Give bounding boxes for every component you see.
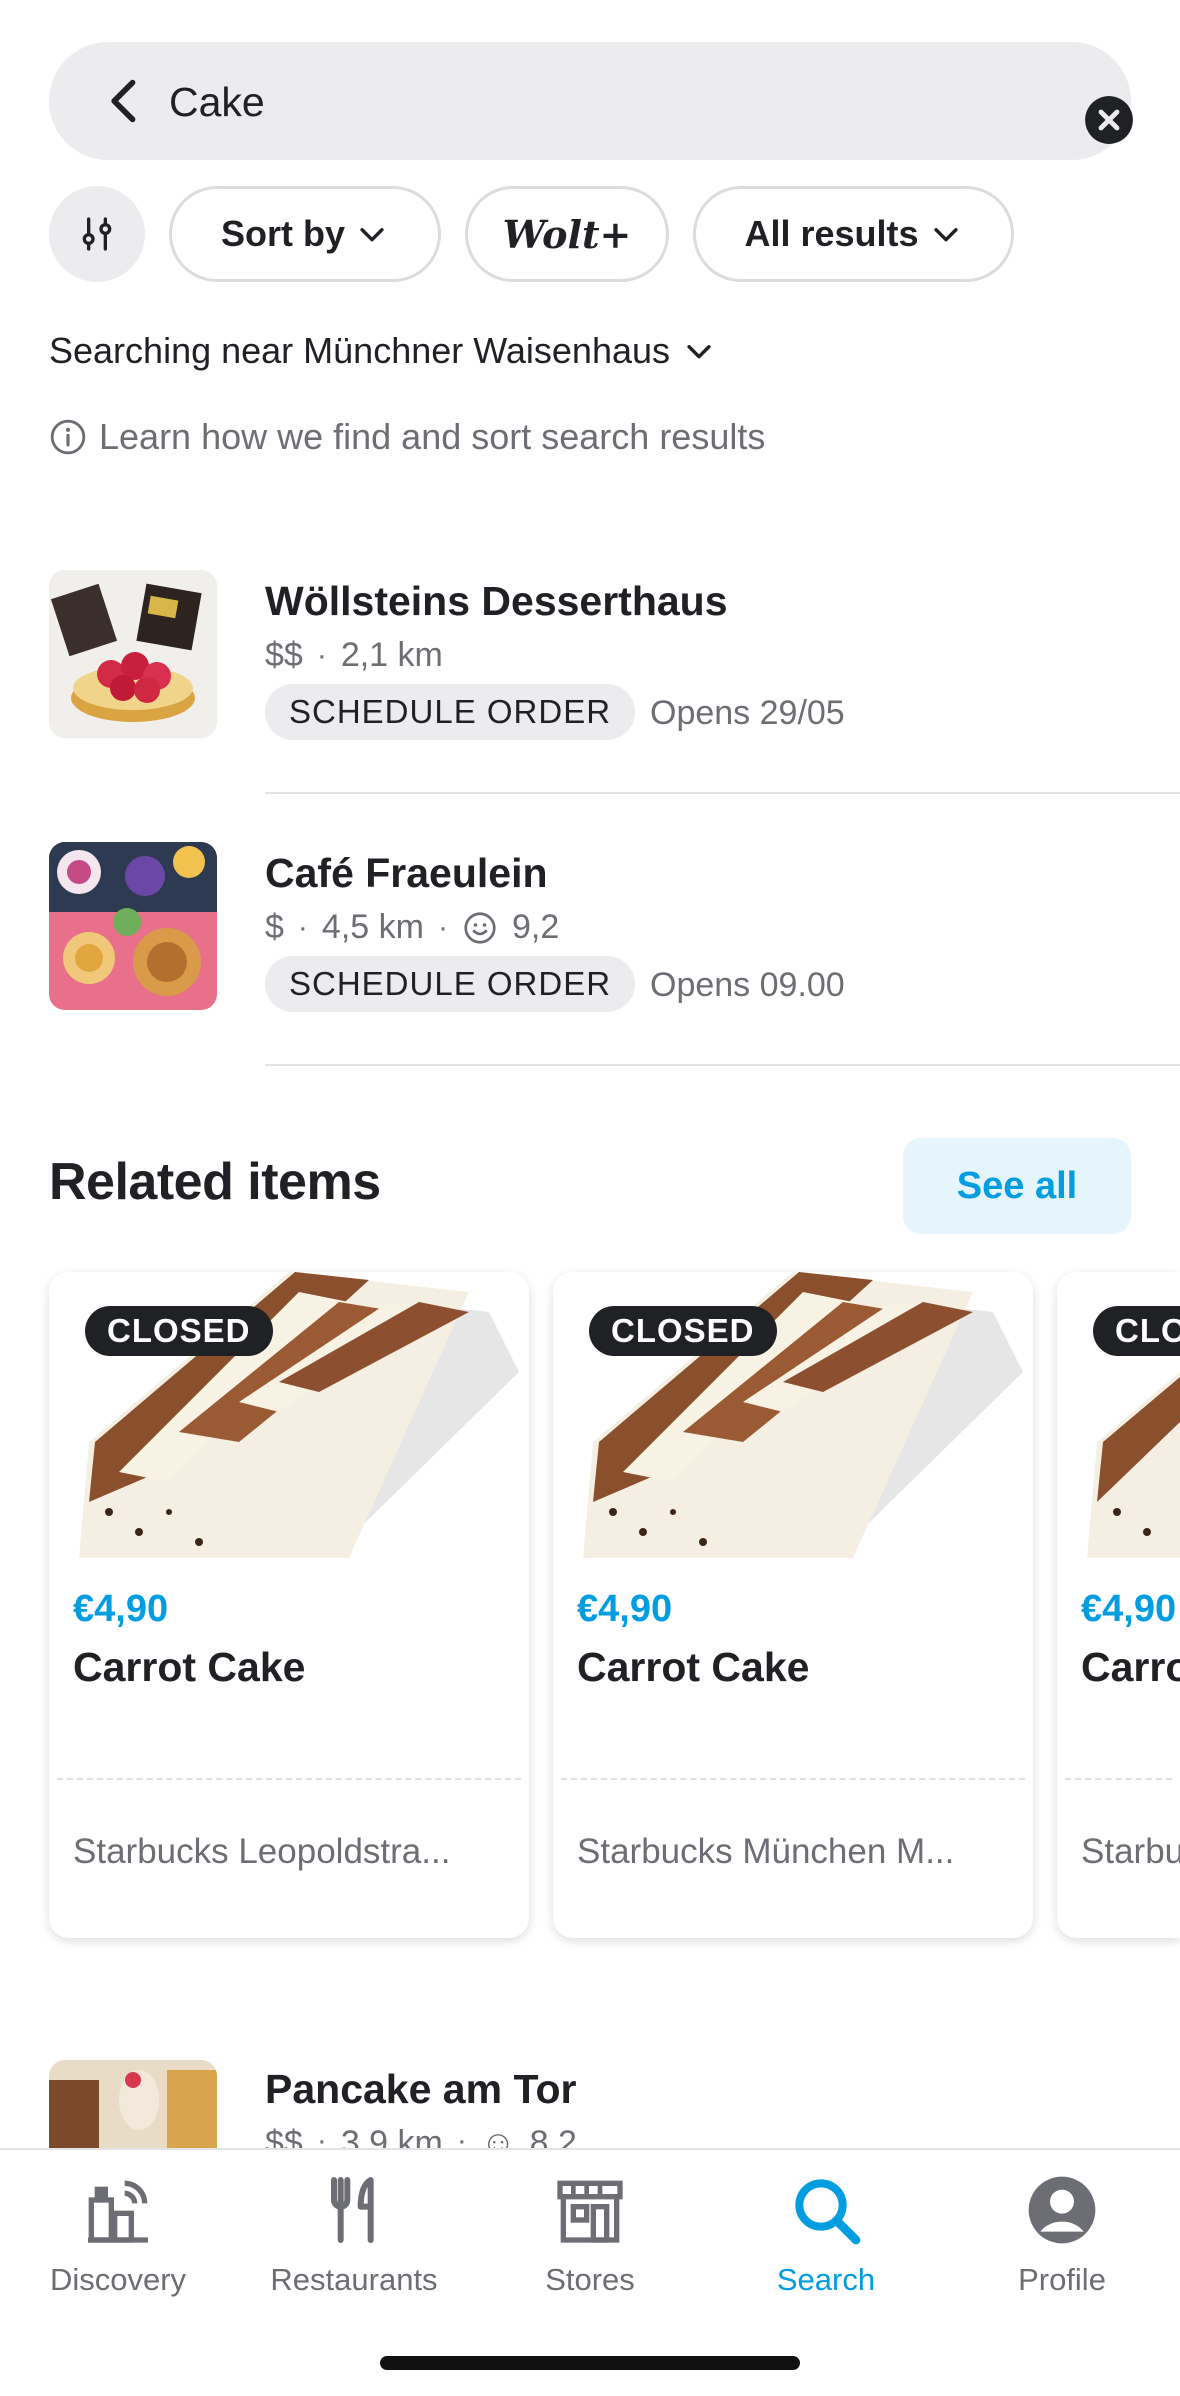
- learn-more-link[interactable]: Learn how we find and sort search result…: [49, 416, 765, 458]
- closed-badge: CLOSED: [589, 1306, 777, 1356]
- nav-item-profile[interactable]: Profile: [944, 2170, 1180, 2298]
- nav-label: Stores: [545, 2262, 635, 2297]
- discovery-icon: [88, 2180, 148, 2243]
- nav-item-discovery[interactable]: Discovery: [0, 2170, 236, 2298]
- separator-dot: ·: [437, 910, 448, 944]
- separator-dot: ·: [316, 638, 327, 672]
- info-icon: [50, 419, 86, 455]
- item-name: Carrot Cake: [73, 1644, 306, 1690]
- venue-rating: 8,2: [529, 2124, 577, 2148]
- separator-dot: ·: [297, 910, 308, 944]
- venue-meta: $$ · 2,1 km: [265, 636, 443, 675]
- dashed-divider: [561, 1778, 1025, 1780]
- location-selector[interactable]: Searching near Münchner Waisenhaus: [49, 330, 716, 372]
- item-price: €4,90: [73, 1588, 169, 1630]
- venue-distance: 3,9 km: [340, 2124, 443, 2148]
- dashed-divider: [57, 1778, 521, 1780]
- nav-label: Search: [776, 2262, 876, 2297]
- item-store: Starbucks: [1081, 1832, 1180, 1871]
- item-store: Starbucks Leopoldstra...: [73, 1832, 451, 1871]
- learn-more-text: Learn how we find and sort search result…: [99, 416, 766, 457]
- closed-badge: CLOSED: [85, 1306, 273, 1356]
- venue-distance: 4,5 km: [321, 908, 424, 946]
- venue-name: Café Fraeulein: [265, 850, 548, 896]
- venue-image: [49, 570, 217, 738]
- venue-image: [49, 2060, 217, 2148]
- chevron-down-icon: [687, 345, 711, 359]
- schedule-order-badge[interactable]: SCHEDULE ORDER: [265, 956, 636, 1012]
- item-card[interactable]: CLOSED €4,90 Carrot Cake Starbucks Leopo…: [49, 1272, 529, 1938]
- venue-price-level: $$: [265, 2124, 303, 2148]
- profile-avatar-icon: [1028, 2176, 1096, 2244]
- item-price: €4,90: [577, 1588, 673, 1630]
- venue-price-level: $$: [265, 636, 303, 674]
- divider: [265, 792, 1180, 794]
- venue-name: Pancake am Tor: [265, 2066, 577, 2112]
- venue-meta: $$ · 3,9 km · ☺ 8,2: [265, 2124, 577, 2148]
- search-icon: [795, 2179, 861, 2245]
- section-title: Related items: [49, 1153, 381, 1211]
- nav-label: Discovery: [49, 2262, 187, 2297]
- venue-opens: Opens 29/05: [650, 694, 845, 732]
- home-indicator: [380, 2356, 800, 2370]
- nav-item-search[interactable]: Search: [708, 2170, 944, 2298]
- item-name: Carrot Cake: [1081, 1644, 1180, 1690]
- venue-row[interactable]: Pancake am Tor $$ · 3,9 km · ☺ 8,2: [0, 0, 1180, 2148]
- item-price: €4,90: [1081, 1588, 1177, 1630]
- see-all-button[interactable]: See all: [903, 1138, 1131, 1234]
- venue-opens: Opens 09.00: [650, 966, 845, 1004]
- venue-distance: 2,1 km: [340, 636, 443, 674]
- schedule-order-badge[interactable]: SCHEDULE ORDER: [265, 684, 636, 740]
- item-card[interactable]: CLOSED €4,90 Carrot Cake Starbucks Münch…: [553, 1272, 1033, 1938]
- nav-item-stores[interactable]: Stores: [472, 2170, 708, 2298]
- location-text: Searching near Münchner Waisenhaus: [49, 330, 671, 371]
- venue-image: [49, 842, 217, 1010]
- dashed-divider: [1065, 1778, 1172, 1780]
- item-card[interactable]: CLOSED €4,90 Carrot Cake Starbucks: [1057, 1272, 1180, 1938]
- nav-label: Restaurants: [270, 2262, 438, 2297]
- store-icon: [557, 2180, 623, 2243]
- divider: [265, 1064, 1180, 1066]
- nav-item-restaurants[interactable]: Restaurants: [236, 2170, 472, 2298]
- item-store: Starbucks München M...: [577, 1832, 955, 1871]
- venue-rating: 9,2: [511, 908, 560, 946]
- venue-price-level: $: [265, 908, 284, 946]
- venue-name: Wöllsteins Desserthaus: [265, 578, 728, 624]
- smiley-rating-icon: ☺: [480, 2124, 516, 2148]
- nav-label: Profile: [1018, 2262, 1106, 2297]
- closed-badge: CLOSED: [1093, 1306, 1180, 1356]
- venue-meta: $ · 4,5 km · 9,2: [265, 908, 559, 947]
- fork-knife-icon: [331, 2177, 374, 2243]
- item-name: Carrot Cake: [577, 1644, 810, 1690]
- smiley-rating-icon: [464, 911, 496, 944]
- separator-dot: ·: [316, 2124, 327, 2148]
- separator-dot: ·: [456, 2124, 467, 2148]
